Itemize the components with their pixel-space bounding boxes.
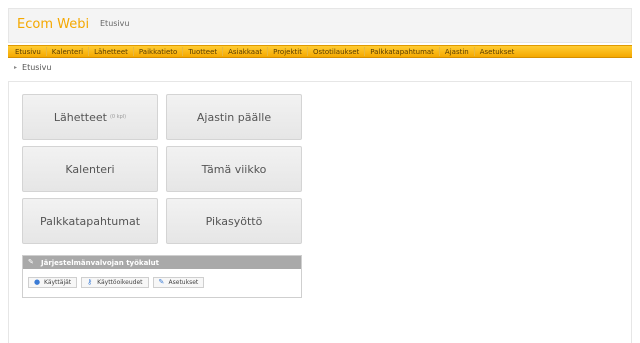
tile-kalenteri[interactable]: Kalenteri	[22, 146, 158, 192]
admin-tools-box: ✎ Järjestelmänvalvojan työkalut ● Käyttä…	[22, 255, 302, 298]
settings-button-label: Asetukset	[168, 279, 199, 286]
breadcrumb: ▸ Etusivu	[14, 63, 51, 72]
nav-item-ostotilaukset[interactable]: Ostotilaukset	[308, 48, 364, 56]
tile-ajastin-paalle[interactable]: Ajastin päälle	[166, 94, 302, 140]
key-icon: ⚷	[87, 278, 93, 286]
admin-tools-header: ✎ Järjestelmänvalvojan työkalut	[23, 256, 301, 269]
nav-item-tuotteet[interactable]: Tuotteet	[183, 48, 222, 56]
permissions-button[interactable]: ⚷ Käyttöoikeudet	[81, 277, 149, 288]
tile-label: Pikasyöttö	[205, 214, 263, 228]
tile-label: Ajastin päälle	[196, 110, 272, 124]
users-button[interactable]: ● Käyttäjät	[28, 277, 78, 288]
tile-label: Lähetteet	[53, 110, 107, 124]
user-icon: ●	[34, 278, 41, 286]
tile-lahetteet[interactable]: Lähetteet (0 kpl)	[22, 94, 158, 140]
breadcrumb-item[interactable]: Etusivu	[22, 63, 51, 72]
top-header: Ecom Webi Etusivu	[8, 8, 632, 43]
tile-count: (0 kpl)	[109, 114, 127, 120]
tile-pikasyotto[interactable]: Pikasyöttö	[166, 198, 302, 244]
permissions-button-label: Käyttöoikeudet	[97, 279, 143, 286]
tile-palkkatapahtumat[interactable]: Palkkatapahtumat	[22, 198, 158, 244]
tile-label: Kalenteri	[65, 162, 115, 176]
main-nav: Etusivu Kalenteri Lähetteet Paikkatieto …	[8, 45, 632, 58]
users-button-label: Käyttäjät	[44, 279, 72, 286]
nav-item-palkkatapahtumat[interactable]: Palkkatapahtumat	[365, 48, 439, 56]
app-brand[interactable]: Ecom Webi	[17, 17, 89, 32]
nav-item-asetukset[interactable]: Asetukset	[475, 48, 520, 56]
wrench-icon: ✎	[158, 278, 165, 286]
nav-item-paikkatieto[interactable]: Paikkatieto	[134, 48, 182, 56]
nav-item-ajastin[interactable]: Ajastin	[440, 48, 474, 56]
breadcrumb-arrow-icon: ▸	[14, 64, 18, 71]
admin-buttons: ● Käyttäjät ⚷ Käyttöoikeudet ✎ Asetukset	[23, 269, 301, 288]
nav-item-asiakkaat[interactable]: Asiakkaat	[223, 48, 267, 56]
tile-label: Tämä viikko	[201, 162, 267, 176]
wrench-icon: ✎	[28, 258, 34, 266]
nav-item-kalenteri[interactable]: Kalenteri	[47, 48, 88, 56]
tile-tama-viikko[interactable]: Tämä viikko	[166, 146, 302, 192]
nav-item-projektit[interactable]: Projektit	[268, 48, 307, 56]
nav-item-etusivu[interactable]: Etusivu	[10, 48, 46, 56]
header-crumb: Etusivu	[100, 19, 130, 28]
tile-label: Palkkatapahtumat	[39, 214, 141, 228]
admin-tools-title: Järjestelmänvalvojan työkalut	[41, 258, 160, 267]
settings-button[interactable]: ✎ Asetukset	[152, 277, 205, 288]
nav-item-lahetteet[interactable]: Lähetteet	[89, 48, 133, 56]
